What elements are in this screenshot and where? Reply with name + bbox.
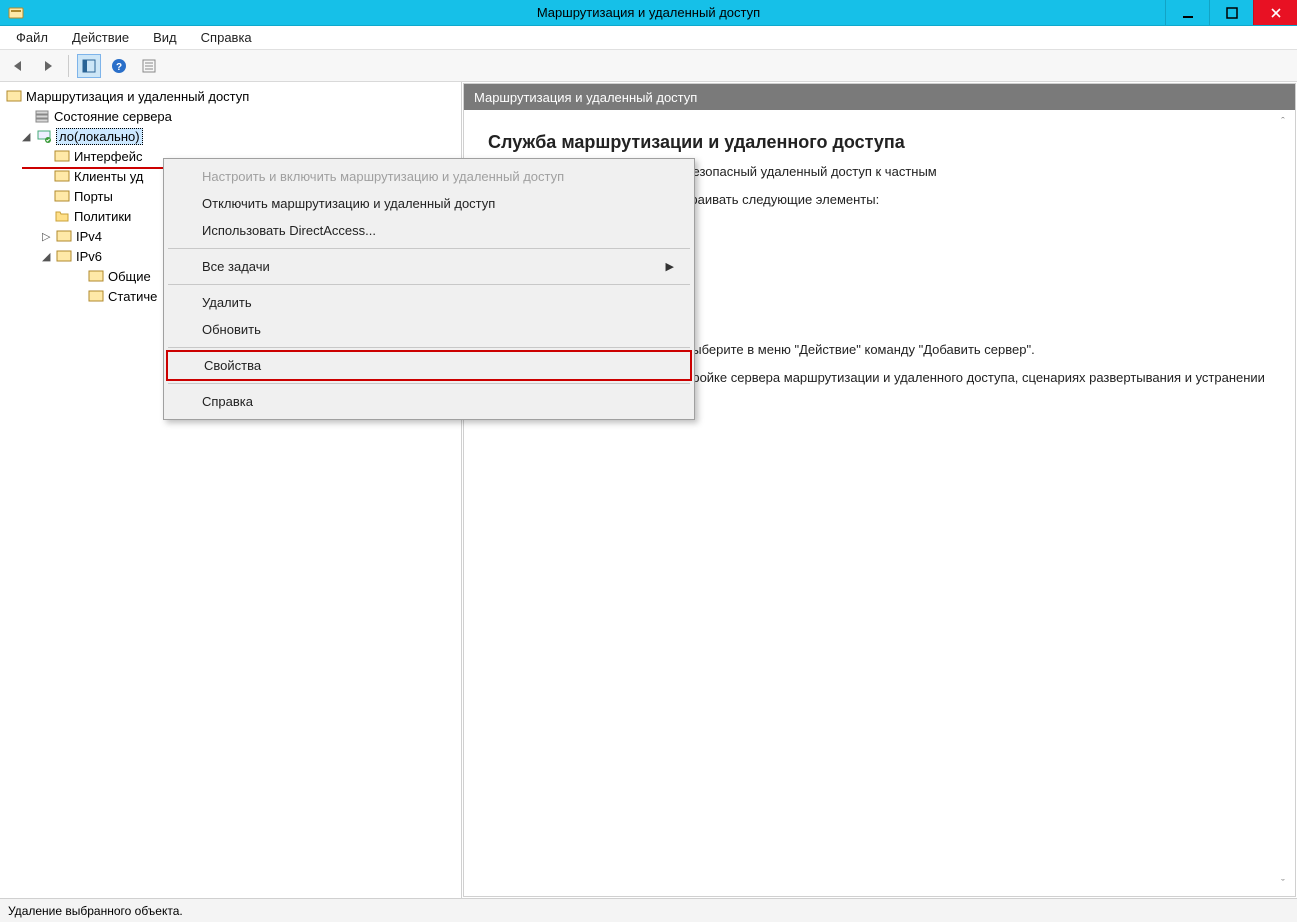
scroll-hints: ˆ ˇ	[1275, 116, 1291, 890]
ipv4-icon	[56, 228, 72, 244]
maximize-button[interactable]	[1209, 0, 1253, 25]
clients-icon	[54, 168, 70, 184]
ctx-disable[interactable]: Отключить маршрутизацию и удаленный дост…	[166, 190, 692, 217]
context-separator	[168, 284, 690, 285]
tree-label: Общие	[108, 269, 151, 284]
tree-label: ло(локально)	[56, 128, 143, 145]
svg-text:?: ?	[116, 62, 122, 73]
general-icon	[88, 268, 104, 284]
toolbar-separator	[68, 55, 69, 77]
scroll-up-icon[interactable]: ˆ	[1275, 116, 1291, 128]
server-icon	[6, 88, 22, 104]
ctx-help[interactable]: Справка	[166, 388, 692, 415]
ctx-directaccess[interactable]: Использовать DirectAccess...	[166, 217, 692, 244]
tree-node-root[interactable]: Маршрутизация и удаленный доступ	[4, 86, 461, 106]
computer-icon	[36, 128, 52, 144]
context-separator	[168, 383, 690, 384]
static-routes-icon	[88, 288, 104, 304]
scroll-down-icon[interactable]: ˇ	[1275, 878, 1291, 890]
context-separator	[168, 347, 690, 348]
menu-bar: Файл Действие Вид Справка	[0, 26, 1297, 50]
content-header: Маршрутизация и удаленный доступ	[464, 84, 1295, 110]
help-button[interactable]: ?	[107, 54, 131, 78]
show-hide-tree-button[interactable]	[77, 54, 101, 78]
tree-node-local[interactable]: ◢ ло(локально)	[4, 126, 461, 146]
menu-action[interactable]: Действие	[62, 28, 139, 47]
toolbar: ?	[0, 50, 1297, 82]
content-heading: Служба маршрутизации и удаленного доступ…	[488, 132, 1277, 153]
menu-help[interactable]: Справка	[191, 28, 262, 47]
tree-label: Клиенты уд	[74, 169, 143, 184]
window-title: Маршрутизация и удаленный доступ	[537, 5, 760, 20]
tree-label: Порты	[74, 189, 113, 204]
app-icon	[6, 3, 26, 23]
tree-label: Маршрутизация и удаленный доступ	[26, 89, 249, 104]
content-header-text: Маршрутизация и удаленный доступ	[474, 90, 697, 105]
ports-icon	[54, 188, 70, 204]
window-controls	[1165, 0, 1297, 25]
minimize-button[interactable]	[1165, 0, 1209, 25]
servers-icon	[34, 108, 50, 124]
tree-label: Политики	[74, 209, 131, 224]
forward-button[interactable]	[36, 54, 60, 78]
collapse-icon[interactable]: ◢	[22, 130, 34, 143]
properties-toolbar-button[interactable]	[137, 54, 161, 78]
folder-icon	[54, 208, 70, 224]
ctx-properties[interactable]: Свойства	[166, 350, 692, 381]
status-bar: Удаление выбранного объекта.	[0, 898, 1297, 922]
expand-icon[interactable]: ▷	[42, 230, 54, 243]
tree-label: Интерфейс	[74, 149, 142, 164]
ctx-configure: Настроить и включить маршрутизацию и уда…	[166, 163, 692, 190]
tree-label: IPv6	[76, 249, 102, 264]
tree-label: Состояние сервера	[54, 109, 172, 124]
collapse-icon[interactable]: ◢	[42, 250, 54, 263]
tree-node-server-status[interactable]: Состояние сервера	[4, 106, 461, 126]
ctx-all-tasks[interactable]: Все задачи ▶	[166, 253, 692, 280]
close-button[interactable]	[1253, 0, 1297, 25]
title-bar: Маршрутизация и удаленный доступ	[0, 0, 1297, 26]
ctx-refresh[interactable]: Обновить	[166, 316, 692, 343]
annotation-underline	[22, 167, 174, 169]
context-menu: Настроить и включить маршрутизацию и уда…	[163, 158, 695, 420]
back-button[interactable]	[6, 54, 30, 78]
context-separator	[168, 248, 690, 249]
menu-view[interactable]: Вид	[143, 28, 187, 47]
network-icon	[54, 148, 70, 164]
tree-label: Статиче	[108, 289, 157, 304]
ipv6-icon	[56, 248, 72, 264]
status-text: Удаление выбранного объекта.	[8, 904, 183, 918]
ctx-delete[interactable]: Удалить	[166, 289, 692, 316]
tree-label: IPv4	[76, 229, 102, 244]
submenu-arrow-icon: ▶	[666, 260, 674, 273]
menu-file[interactable]: Файл	[6, 28, 58, 47]
